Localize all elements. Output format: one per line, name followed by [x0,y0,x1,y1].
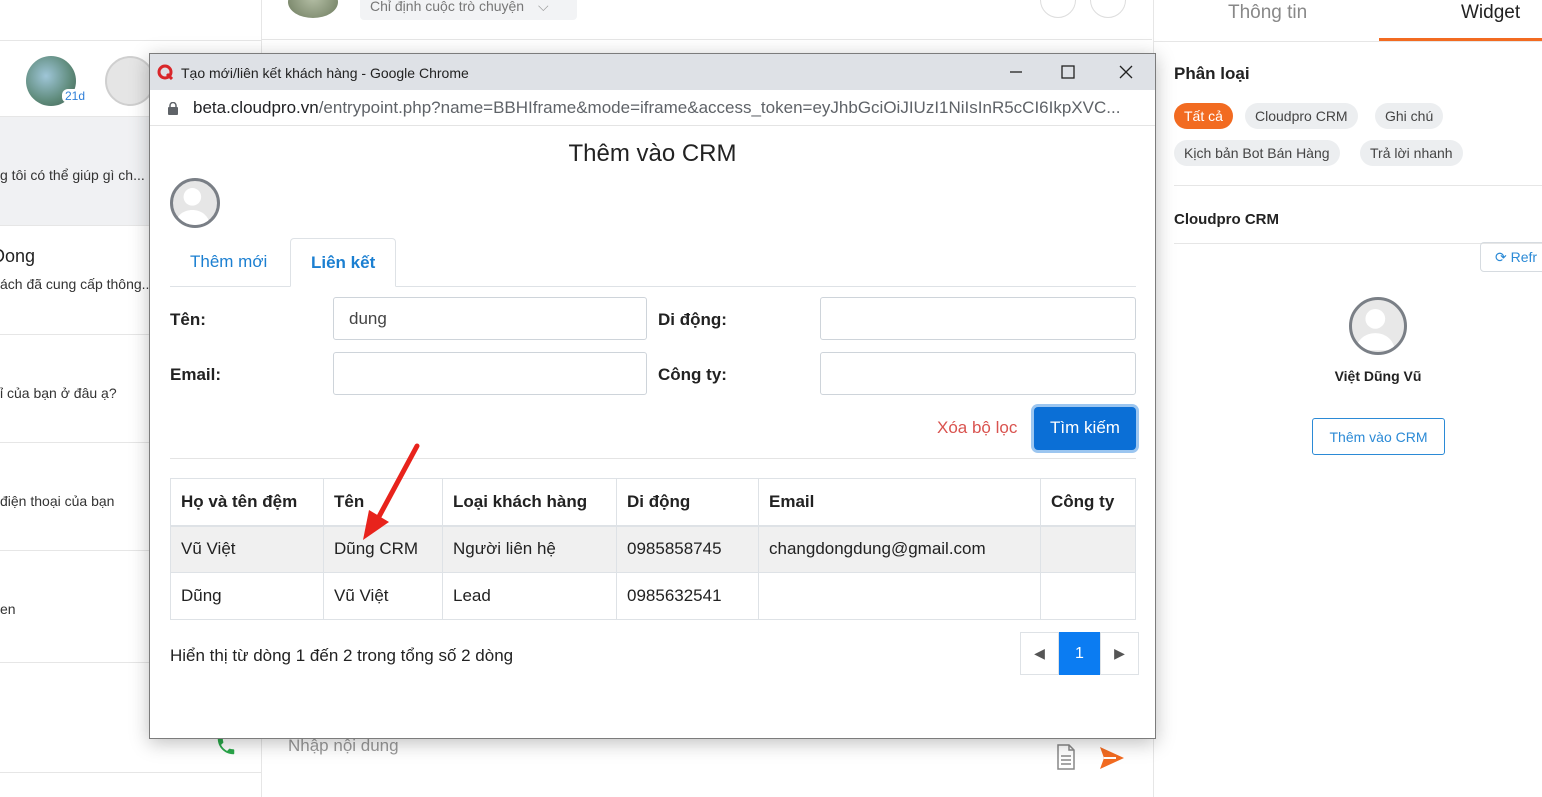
refresh-button[interactable]: ⟳ Refr [1480,242,1542,272]
header-action-button[interactable] [1040,0,1076,18]
cloudpro-logo-icon [157,64,173,80]
col-header-mobile[interactable]: Di động [616,478,759,527]
conversation-preview: g tôi có thể giúp gì ch... [0,167,145,183]
cell-email: changdongdung@gmail.com [758,525,1041,573]
tab-widget[interactable]: Widget [1461,2,1520,24]
name-label: Tên: [170,310,206,329]
crm-popup-window: Tạo mới/liên kết khách hàng - Google Chr… [149,53,1156,739]
send-icon[interactable] [1098,744,1126,772]
chip-quick-reply[interactable]: Trả lời nhanh [1360,140,1463,166]
form-tabs: Thêm mới Liên kết [170,238,1136,287]
user-icon [1355,308,1396,351]
cell-middle-name: Vũ Việt [170,525,324,573]
cell-mobile: 0985632541 [616,572,759,620]
url-domain: beta.cloudpro.vn [193,98,319,117]
cell-customer-type: Người liên hệ [442,525,617,573]
refresh-label: Refr [1510,249,1538,265]
assign-label: Chỉ định cuộc trò chuyện [370,0,525,14]
info-panel: Thông tin Widget Phân loại Tất cả Cloudp… [1153,0,1542,797]
divider [1174,185,1542,186]
add-to-crm-button[interactable]: Thêm vào CRM [1312,418,1445,455]
conversation-preview: điện thoại của bạn [0,493,115,509]
header-action-button[interactable] [1090,0,1126,18]
tab-add-new[interactable]: Thêm mới [170,238,287,287]
chip-sales-bot-script[interactable]: Kịch bản Bot Bán Hàng [1174,140,1340,166]
time-badge: 21d [62,89,89,103]
chip-all[interactable]: Tất cả [1174,103,1233,129]
col-header-company[interactable]: Công ty [1040,478,1136,527]
email-input[interactable] [333,352,647,395]
col-header-email[interactable]: Email [758,478,1041,527]
tab-info[interactable]: Thông tin [1228,2,1307,24]
category-title: Phân loại [1174,64,1250,83]
next-page-button[interactable]: ▶ [1100,632,1139,675]
col-header-middle-name[interactable]: Họ và tên đệm [170,478,324,527]
chip-cloudpro-crm[interactable]: Cloudpro CRM [1245,103,1358,129]
cell-first-name: Vũ Việt [323,572,443,620]
search-button[interactable]: Tìm kiếm [1034,407,1136,450]
page-title: Thêm vào CRM [568,140,737,167]
annotation-arrow-icon [363,443,420,540]
maximize-icon[interactable] [1058,62,1078,82]
info-tabs: Thông tin Widget [1154,0,1542,42]
refresh-icon: ⟳ [1495,249,1507,265]
results-table: Họ và tên đệm Tên Loại khách hàng Di độn… [170,478,1136,620]
tab-link[interactable]: Liên kết [290,238,397,287]
popup-content: Thêm vào CRM Thêm mới Liên kết Tên: Di đ… [150,126,1155,738]
clear-filter-link[interactable]: Xóa bộ lọc [937,418,1017,438]
cell-email [758,572,1041,620]
cell-middle-name: Dũng [170,572,324,620]
cell-customer-type: Lead [442,572,617,620]
contact-name: Việt Dũng Vũ [1334,368,1422,384]
address-bar[interactable]: beta.cloudpro.vn/entrypoint.php?name=BBH… [150,90,1155,126]
page-button-current[interactable]: 1 [1059,632,1100,675]
email-label: Email: [170,365,222,384]
company-label: Công ty: [658,365,727,384]
cell-company [1040,572,1136,620]
divider [170,458,1136,459]
prev-page-button[interactable]: ◀ [1020,632,1059,675]
assign-conversation-select[interactable]: Chỉ định cuộc trò chuyện ⌵ [360,0,577,20]
company-input[interactable] [820,352,1136,395]
cell-company [1040,525,1136,573]
document-icon[interactable] [1056,744,1076,770]
table-header-row: Họ và tên đệm Tên Loại khách hàng Di độn… [170,478,1136,527]
lock-icon [168,102,178,115]
customer-avatar [170,178,220,228]
chevron-right-icon: ▶ [1114,645,1125,661]
conversation-preview: en [0,601,16,617]
active-tab-indicator [1379,38,1542,41]
chevron-down-icon: ⌵ [537,0,549,14]
minimize-icon[interactable] [1006,62,1026,82]
contact-avatar[interactable] [105,56,155,106]
chip-notes[interactable]: Ghi chú [1375,103,1444,129]
conversation-preview: ách đã cung cấp thông... [0,276,154,292]
close-icon[interactable] [1116,62,1136,82]
window-title: Tạo mới/liên kết khách hàng - Google Chr… [181,65,469,81]
col-header-customer-type[interactable]: Loại khách hàng [442,478,617,527]
window-titlebar: Tạo mới/liên kết khách hàng - Google Chr… [150,54,1155,90]
chat-avatar [288,0,338,18]
contact-avatar-large [1349,297,1407,355]
user-icon [174,188,210,225]
conversation-item[interactable] [0,772,261,797]
url-path: /entrypoint.php?name=BBHIframe&mode=ifra… [318,98,1121,117]
url-text: beta.cloudpro.vn/entrypoint.php?name=BBH… [193,98,1133,118]
pagination: ◀ 1 ▶ [1020,632,1139,675]
name-input[interactable] [333,297,647,340]
pagination-info: Hiển thị từ dòng 1 đến 2 trong tổng số 2… [170,646,514,665]
conversation-name: Dong [0,246,36,266]
chevron-left-icon: ◀ [1034,645,1045,661]
message-input[interactable]: Nhập nội dung [288,736,399,756]
table-row[interactable]: Dũng Vũ Việt Lead 0985632541 [170,572,1136,620]
mobile-label: Di động: [658,310,727,329]
mobile-input[interactable] [820,297,1136,340]
conversation-preview: ỉ của bạn ở đâu ạ? [0,385,117,401]
section-title: Cloudpro CRM [1174,211,1279,228]
chat-header: Chỉ định cuộc trò chuyện ⌵ [262,0,1152,40]
cell-mobile: 0985858745 [616,525,759,573]
table-row[interactable]: Vũ Việt Dũng CRM Người liên hệ 098585874… [170,525,1136,573]
